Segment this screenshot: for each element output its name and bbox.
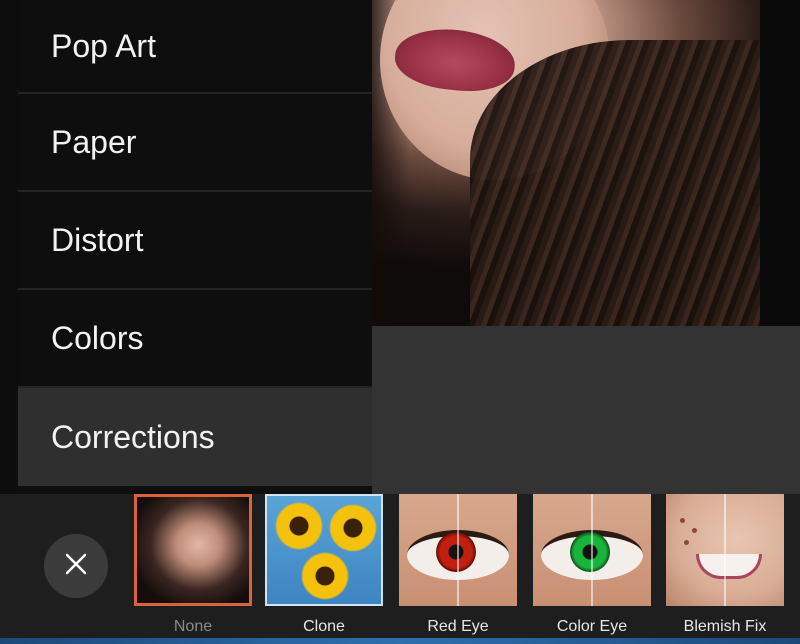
effect-thumb-red-eye[interactable] [399,494,517,606]
menu-item-label: Distort [51,221,144,258]
close-button[interactable] [44,534,108,598]
close-icon [63,551,89,582]
flower-icon [301,552,349,600]
effect-label: Clone [303,618,345,635]
canvas-background [372,326,800,494]
category-menu: Pop Art Paper Distort Colors Corrections [18,0,372,494]
green-iris-icon [570,532,610,572]
blemish-spot [684,540,689,545]
photo-editor: Pop Art Paper Distort Colors Corrections… [0,0,800,644]
effect-label: Color Eye [556,618,628,635]
menu-item-label: Paper [51,123,137,160]
red-iris-icon [436,532,476,572]
effects-bar: None Clone Red Eye Color Eye Blemish Fix [0,494,800,644]
menu-item-corrections[interactable]: Corrections [18,388,372,486]
photo-edge [760,0,800,326]
blemish-spot [692,528,697,533]
bottom-accent-strip [0,638,800,644]
effect-label: None [173,618,213,635]
before-after-divider [457,494,459,606]
smile-icon [696,554,762,579]
flower-icon [329,504,377,552]
before-after-divider [591,494,593,606]
effect-thumb-clone[interactable] [265,494,383,606]
menu-item-distort[interactable]: Distort [18,192,372,290]
effect-thumb-color-eye[interactable] [533,494,651,606]
menu-item-label: Colors [51,319,144,356]
before-after-divider [724,494,726,606]
blemish-spot [680,518,685,523]
effect-label: Red Eye [427,618,489,635]
flower-icon [275,502,323,550]
effect-thumb-none[interactable] [134,494,252,606]
menu-item-pop-art[interactable]: Pop Art [18,0,372,94]
menu-item-paper[interactable]: Paper [18,94,372,192]
effect-label: Blemish Fix [683,618,767,635]
menu-item-colors[interactable]: Colors [18,290,372,388]
menu-item-label: Corrections [51,418,215,455]
menu-item-label: Pop Art [51,27,156,64]
left-edge-strip [0,0,18,494]
effect-thumb-blemish-fix[interactable] [666,494,784,606]
photo-hair-right [470,40,800,326]
